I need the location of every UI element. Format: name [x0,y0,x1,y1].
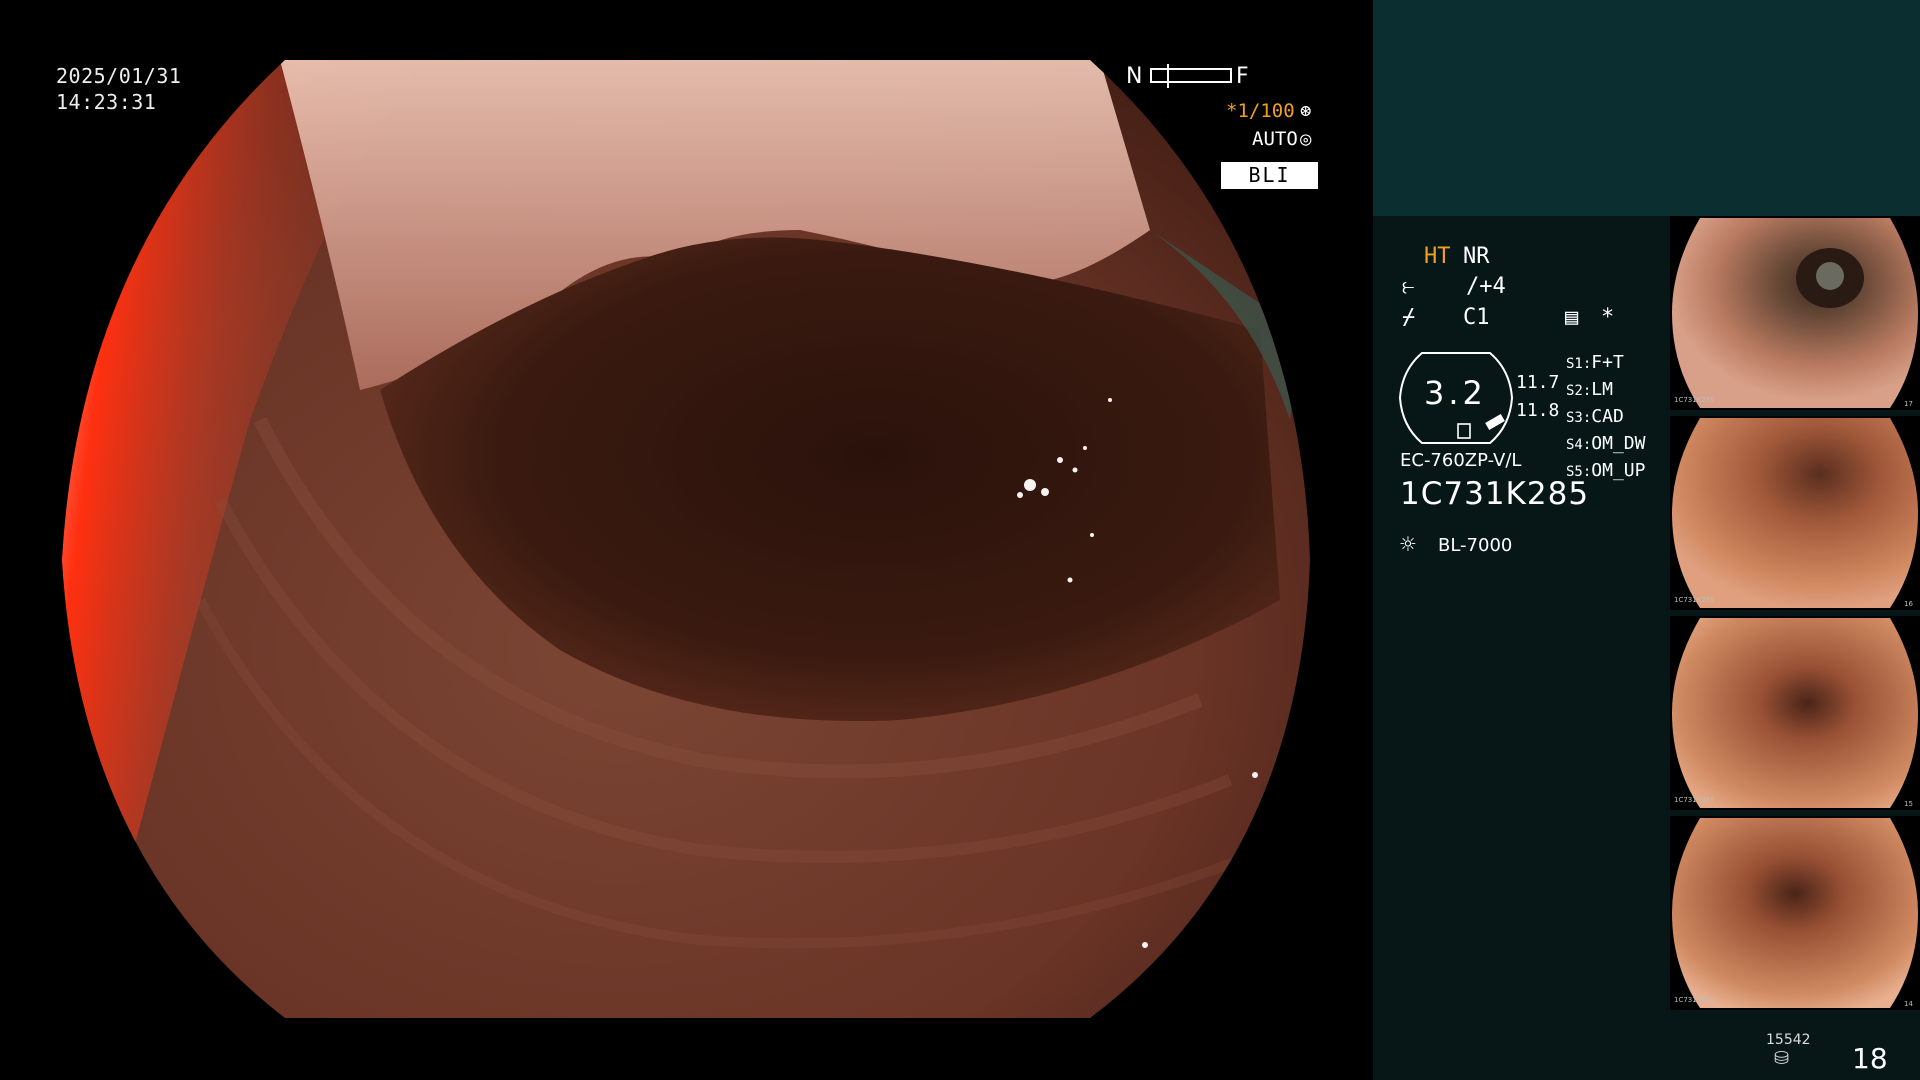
color-mode-value: C1 [1463,305,1490,330]
color-mode-icon: ⌿ [1402,305,1416,330]
switch-value: LM [1591,379,1613,400]
enhance-icon: ⥼ [1402,274,1415,299]
switch-row: S4:OM_DW [1566,433,1646,454]
captured-image-thumbnail[interactable]: 1C731K285 15 [1670,616,1920,810]
switch-row: S2:LM [1566,379,1613,400]
switch-row: S1:F+T [1566,352,1624,373]
thumbnail-image [1672,618,1918,808]
switch-value: F+T [1591,352,1624,373]
thumbnail-image [1672,218,1918,408]
page-number: 18 [1852,1042,1888,1075]
enhance-value: /+4 [1466,274,1506,299]
light-source-label: BL-7000 [1438,535,1513,556]
time-label: 14:23:31 [56,90,157,114]
focus-near-label: N [1126,64,1143,89]
focus-indicator-bar [1150,68,1232,83]
scope-serial: 1C731K285 [1400,476,1590,512]
switch-list: S1:F+T S2:LM S3:CAD S4:OM_DW S5:OM_UP [1566,350,1645,485]
switch-key: S2 [1566,383,1583,399]
switch-key: S4 [1566,437,1583,453]
reading-1: 11.7 [1516,372,1560,393]
panel-header-area [1373,0,1920,216]
nr-label: NR [1463,244,1490,269]
focus-far-label: F [1236,64,1249,89]
endoscopic-image [62,60,1310,1018]
captured-image-thumbnail[interactable]: 1C731K285 16 [1670,416,1920,610]
scope-model: EC-760ZP-V/L [1400,450,1522,471]
switch-row: S3:CAD [1566,406,1624,427]
shutter-speed-label: *1/100 [1226,100,1295,122]
focus-indicator-marker [1167,64,1169,88]
thumbnail-index: 16 [1904,600,1913,608]
date-label: 2025/01/31 [56,64,182,88]
light-source-icon: ☼ [1400,530,1416,560]
thumbnail-index: 15 [1904,800,1913,808]
thumbnail-index: 14 [1904,1000,1913,1008]
endoscopy-main-view: 2025/01/31 14:23:31 N F *1/100 ⊛ AUTO ◎ … [0,0,1372,1080]
thumbnail-index: 17 [1904,400,1913,408]
thumbnail-serial: 1C731K285 [1674,396,1715,404]
iris-icon: ◎ [1300,128,1312,150]
imaging-mode-badge: BLI [1221,162,1318,189]
image-count: 15542 [1766,1032,1811,1048]
switch-key: S3 [1566,410,1583,426]
thumbnail-image [1672,418,1918,608]
ht-label: HT [1424,244,1451,269]
shutter-icon: ⊛ [1300,100,1312,122]
switch-key: S1 [1566,356,1583,372]
captured-image-thumbnail[interactable]: 1C731K285 14 [1670,816,1920,1010]
thumbnail-serial: 1C731K285 [1674,796,1715,804]
switch-value: CAD [1591,406,1624,427]
thumbnail-serial: 1C731K285 [1674,596,1715,604]
iris-mode-label: AUTO [1252,128,1298,150]
zoom-value: 3.2 [1424,374,1487,412]
settings-icon: ▤ [1565,305,1579,330]
switch-value: OM_UP [1591,460,1646,481]
reading-2: 11.8 [1516,400,1560,421]
captured-image-thumbnail[interactable]: 1C731K285 17 [1670,216,1920,410]
storage-icon: ⛁ [1774,1048,1790,1069]
asterisk-label: * [1601,305,1615,330]
thumbnail-serial: 1C731K285 [1674,996,1715,1004]
switch-value: OM_DW [1591,433,1646,454]
thumbnail-image [1672,818,1918,1008]
